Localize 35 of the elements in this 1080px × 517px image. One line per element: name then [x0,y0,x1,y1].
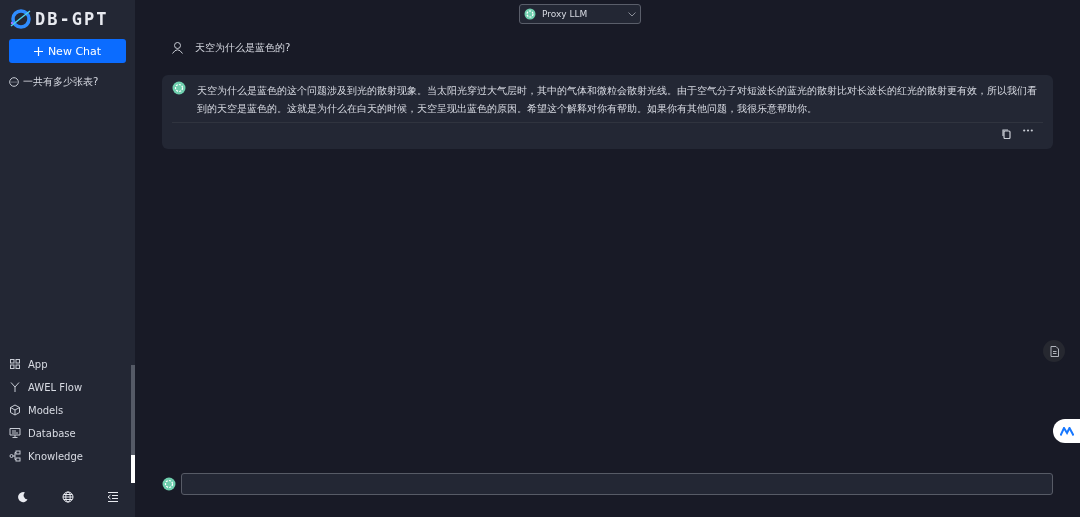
floating-tab[interactable] [1053,419,1080,443]
scrollbar[interactable] [131,365,135,483]
chat-history-item[interactable]: 一共有多少张表? [9,75,126,89]
document-button[interactable] [1043,340,1065,362]
monitor-icon [9,427,21,439]
assistant-avatar-icon [162,477,176,491]
model-dropdown[interactable]: Proxy LLM [519,4,641,24]
peaks-icon [1059,426,1074,436]
scrollbar-thumb[interactable] [131,455,135,483]
copy-icon[interactable] [1002,129,1011,139]
model-avatar-icon [524,8,536,20]
user-icon [172,42,183,54]
document-icon [1049,345,1059,357]
cube-icon [9,404,21,416]
more-icon[interactable] [1023,129,1033,132]
nav-item[interactable]: Knowledge [9,449,126,463]
nav-item[interactable]: Models [9,403,126,417]
nav-item[interactable]: Database [9,426,126,440]
chat-input[interactable] [181,473,1053,495]
fork-icon [9,381,21,393]
collapse-menu-icon[interactable] [106,491,119,503]
user-message: 天空为什么是蓝色的? [195,41,291,55]
assistant-message: 天空为什么是蓝色的这个问题涉及到光的散射现象。当太阳光穿过大气层时，其中的气体和微粒会散射光线。由于空气分子对短波长的蓝光的散射比对长波长的红光的散射更有效，所以我们看到的天空是蓝色的。这就是为什么在白天的时候，天空呈现出蓝色的原因。希望这个解释对你有帮助。如果你有其他问题，我很乐意帮助你。 [197,84,1038,116]
new-chat-button[interactable]: New Chat [9,39,126,63]
assistant-avatar-icon [172,81,186,95]
moon-icon[interactable] [16,491,29,503]
nav-item[interactable]: AWEL Flow [9,380,126,394]
plus-icon [33,46,43,56]
grid-icon [9,358,21,370]
nav-item[interactable]: App [9,357,126,371]
globe-icon[interactable] [61,491,74,503]
logo-text: DB-GPT [35,9,109,29]
network-icon [9,450,21,462]
planet-logo-icon [9,8,31,30]
chevron-down-icon [628,11,636,17]
